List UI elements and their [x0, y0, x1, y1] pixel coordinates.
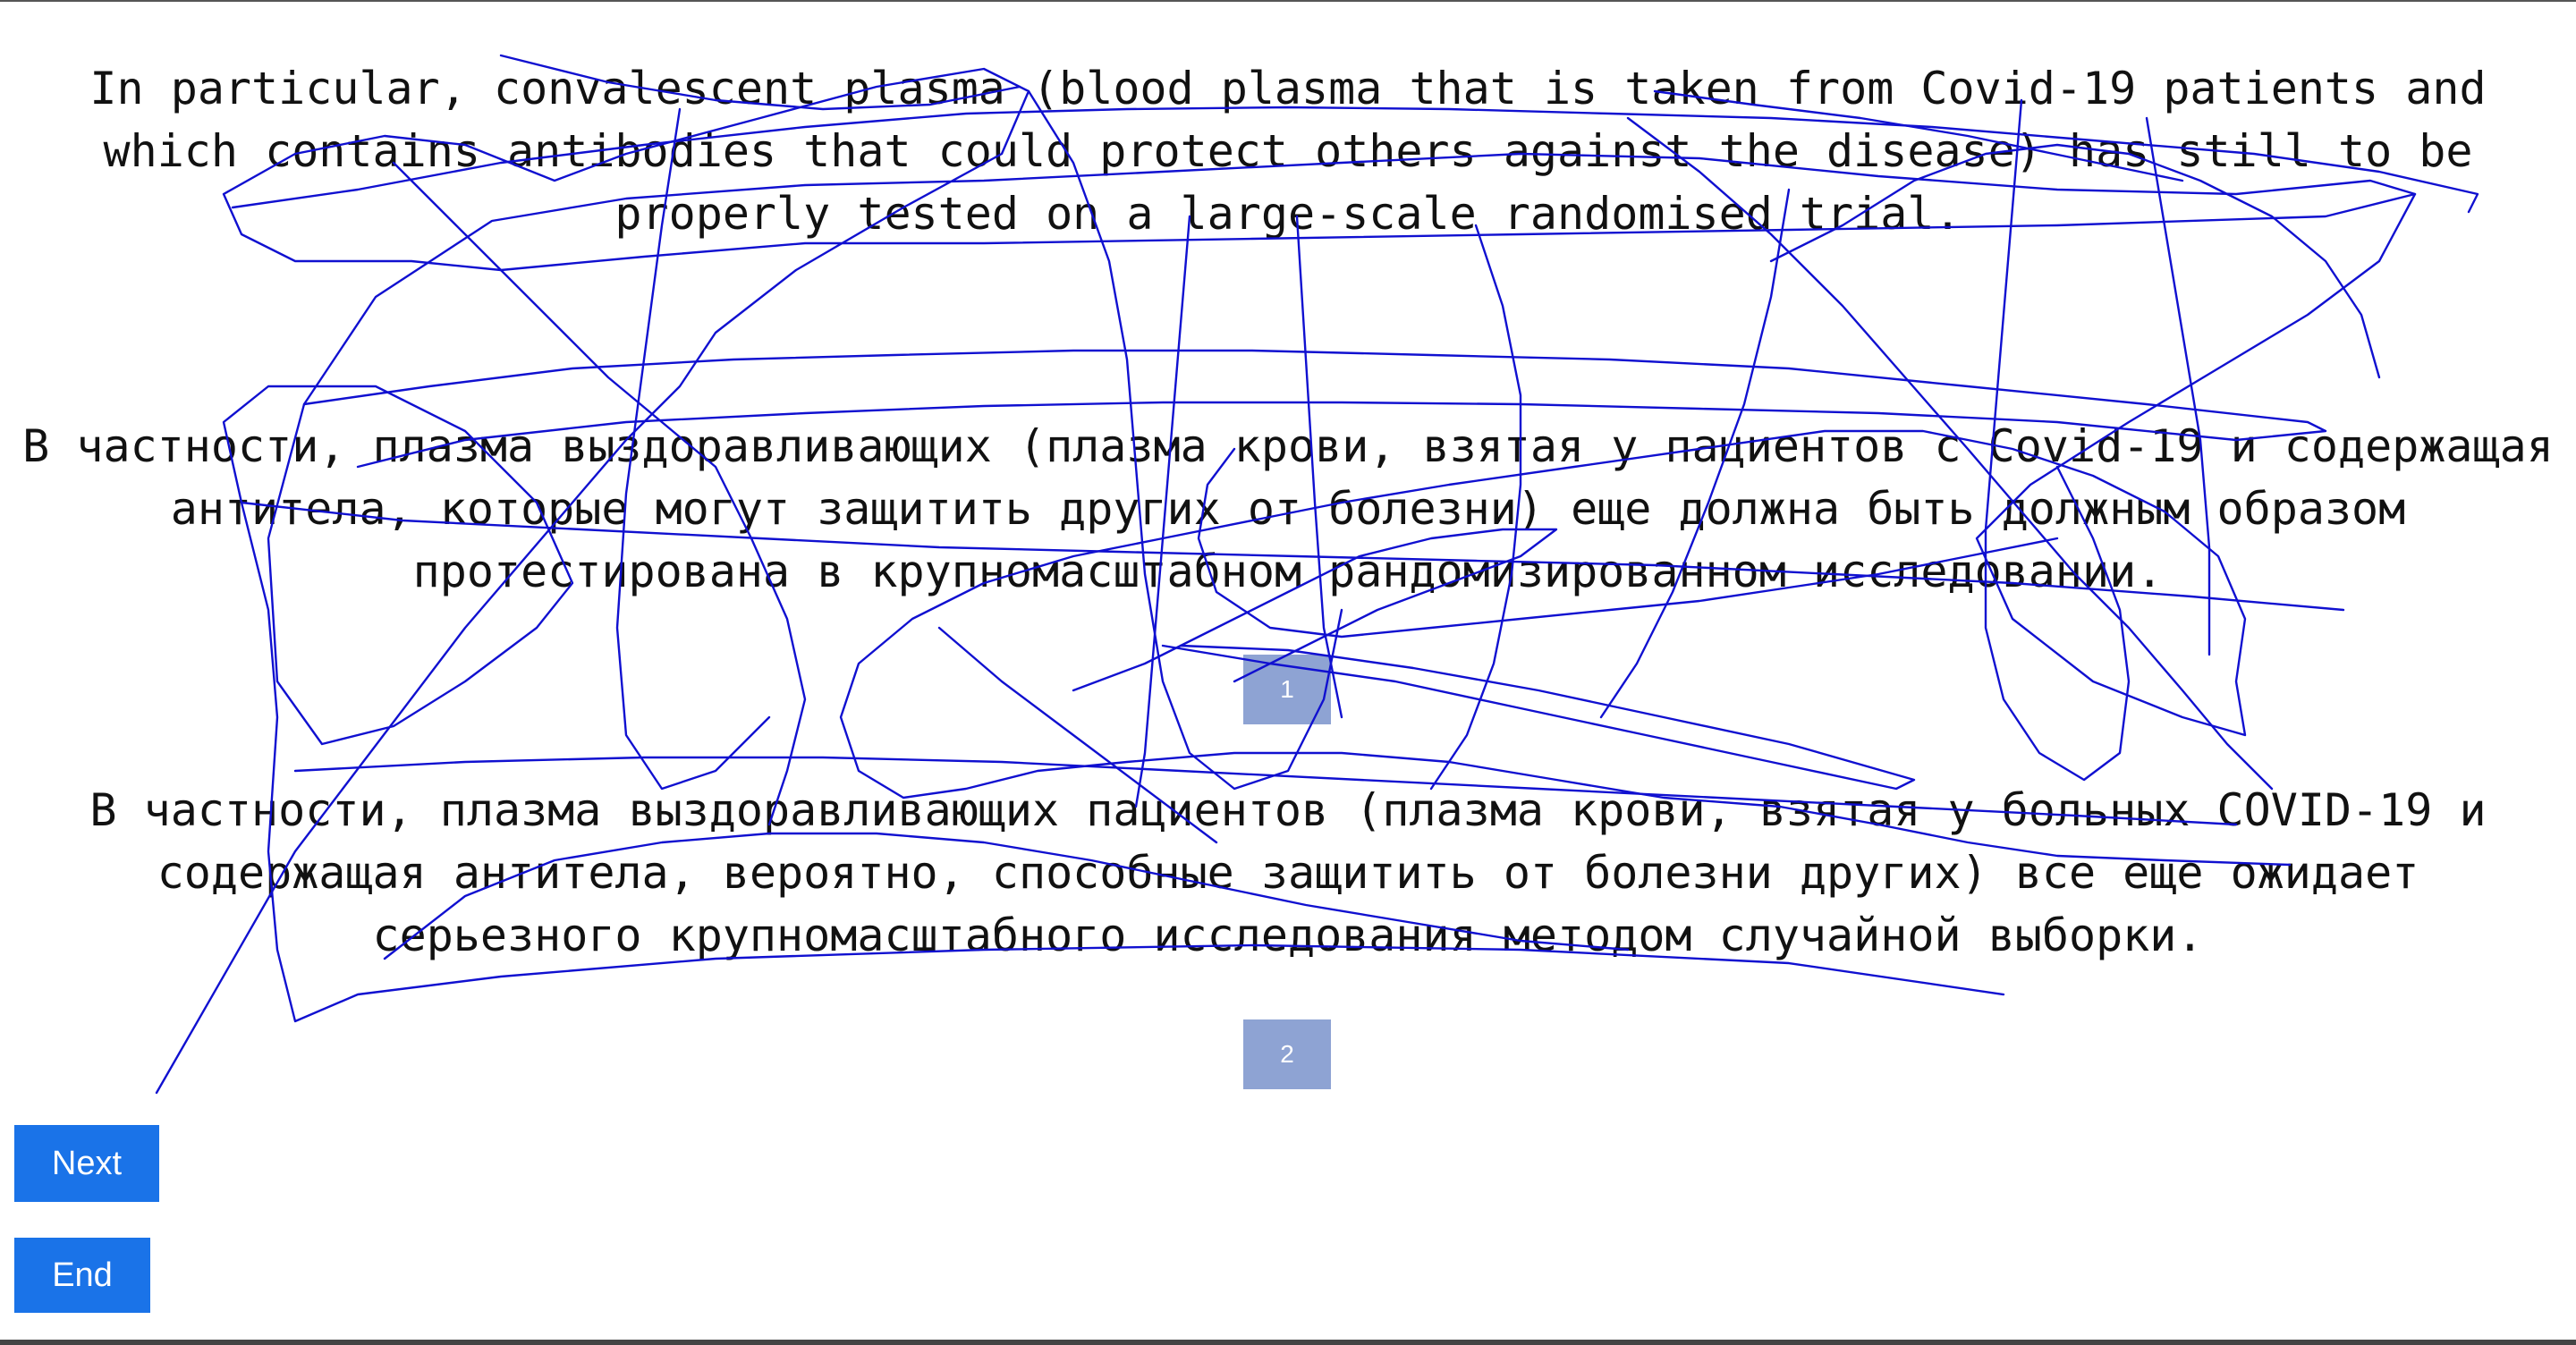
rank-1-button[interactable]: 1 — [1243, 655, 1331, 724]
translation-2-text: В частности, плазма выздоравливающих пац… — [89, 784, 2487, 961]
next-button[interactable]: Next — [14, 1125, 159, 1202]
translation-1-text: В частности, плазма выздоравливающих (пл… — [22, 420, 2554, 597]
bottom-border — [0, 1340, 2576, 1345]
rank-2-button[interactable]: 2 — [1243, 1019, 1331, 1089]
end-button[interactable]: End — [14, 1238, 150, 1313]
source-sentence: In particular, convalescent plasma (bloo… — [89, 63, 2487, 240]
